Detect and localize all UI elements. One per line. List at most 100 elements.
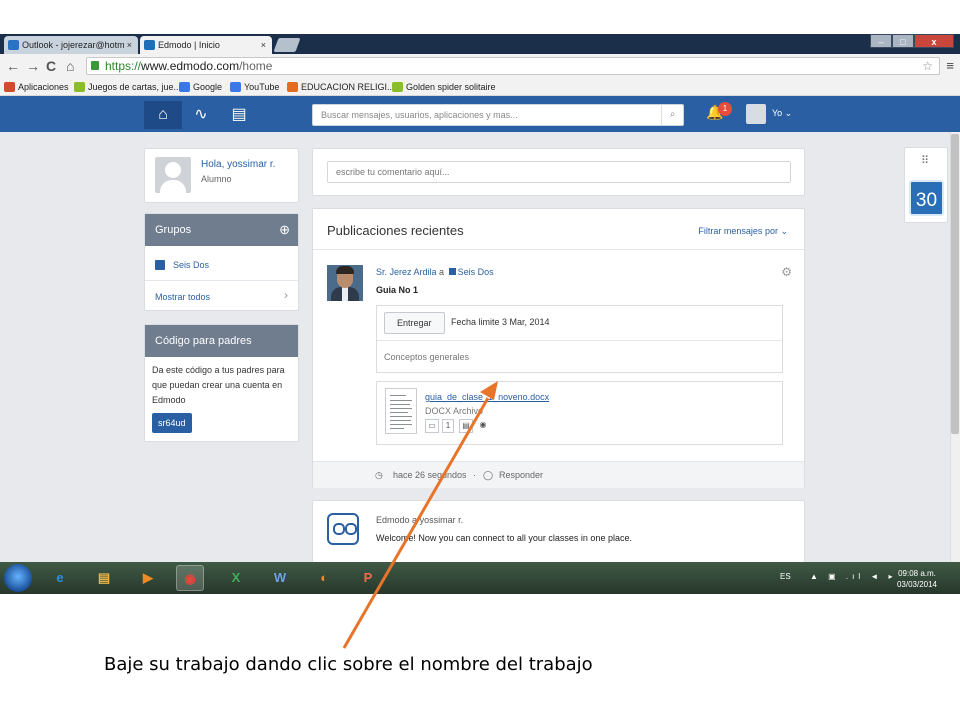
notification-badge: 1: [718, 102, 732, 116]
home-nav-icon[interactable]: ⌂: [144, 101, 182, 129]
url-host: www.edmodo.com: [141, 59, 240, 73]
edmodo-icon: [144, 40, 155, 50]
group-item[interactable]: Seis Dos: [155, 260, 209, 270]
maximize-button[interactable]: □: [892, 34, 914, 48]
tab-close-icon[interactable]: ×: [261, 36, 266, 54]
scrollbar-thumb[interactable]: [951, 134, 959, 434]
tab-outlook[interactable]: Outlook - jojerezar@hotm ×: [4, 36, 138, 54]
edmodo-top-nav: ⌂ ∿ ▤ Buscar mensajes, usuarios, aplicac…: [0, 96, 960, 132]
tray-icons[interactable]: ▲ ▣ .ıl ◄ ▸: [810, 572, 897, 581]
file-explorer-icon[interactable]: ▤: [90, 565, 118, 591]
calendar-nav-icon[interactable]: ▤: [220, 101, 258, 129]
filter-posts-dropdown[interactable]: Filtrar mensajes por ⌄: [698, 226, 788, 237]
chevron-right-icon[interactable]: ›: [284, 288, 288, 302]
welcome-meta: Edmodo a yossimar r.: [376, 515, 463, 525]
bookmarks-bar: Aplicaciones Juegos de cartas, jue... Go…: [0, 78, 960, 96]
bookmark-item[interactable]: YouTube: [230, 78, 279, 96]
attachment-file-link[interactable]: guia_de_clase_1_noveno.docx: [425, 392, 549, 402]
parent-code-text: Da este código a tus padres para que pue…: [152, 365, 285, 405]
bookmark-star-icon[interactable]: ☆: [922, 58, 933, 74]
browser-menu-icon[interactable]: ≡: [946, 58, 954, 73]
show-all-groups-link[interactable]: Mostrar todos: [155, 292, 210, 302]
bookmark-item[interactable]: EDUCACION RELIGI...: [287, 78, 395, 96]
chrome-icon[interactable]: ◉: [176, 565, 204, 591]
bookmark-item[interactable]: Juegos de cartas, jue...: [74, 78, 181, 96]
welcome-post-card: Edmodo a yossimar r. Welcome! Now you ca…: [312, 500, 805, 562]
close-window-button[interactable]: x: [914, 34, 954, 48]
language-indicator[interactable]: ES: [780, 572, 791, 581]
media-player-icon[interactable]: ▶: [134, 565, 162, 591]
word-icon[interactable]: W: [266, 565, 294, 591]
windows-taskbar: e ▤ ▶ ◉ X W ◐ P ES ▲ ▣ .ıl ◄ ▸ 09:08 a.m…: [0, 562, 960, 594]
search-input[interactable]: Buscar mensajes, usuarios, aplicaciones …: [312, 104, 684, 126]
avatar-part: [336, 266, 354, 274]
tab-label: Outlook - jojerezar@hotm: [22, 40, 125, 50]
eye-icon[interactable]: ◉: [476, 419, 490, 433]
parent-code-badge: sr64ud: [152, 413, 192, 433]
library-icon[interactable]: ▭: [425, 419, 439, 433]
gear-icon[interactable]: ⚙: [781, 265, 792, 279]
post-author-link[interactable]: Sr. Jerez Ardila: [376, 267, 437, 277]
reload-icon[interactable]: C: [46, 57, 56, 75]
post-group-link[interactable]: Seis Dos: [458, 267, 494, 277]
tab-close-icon[interactable]: ×: [127, 36, 132, 54]
window-controls: – □ x: [870, 34, 954, 50]
add-group-icon[interactable]: ⊕: [279, 214, 290, 246]
divider: [377, 340, 782, 341]
calendar-widget-icon[interactable]: 30: [909, 180, 944, 216]
clock[interactable]: 09:08 a.m. 03/03/2014: [892, 568, 942, 590]
search-icon[interactable]: ⌕: [661, 105, 683, 125]
welcome-from: Edmodo: [376, 515, 410, 525]
url-scheme: https://: [105, 59, 142, 73]
user-menu[interactable]: Yo ⌄: [772, 108, 792, 119]
comment-input[interactable]: escribe tu comentario aquí...: [327, 161, 791, 183]
bookmark-label: Golden spider solitaire: [406, 82, 496, 92]
turn-in-button[interactable]: Entregar: [384, 312, 445, 334]
post-timestamp: hace 26 segundos: [393, 470, 467, 480]
excel-icon[interactable]: X: [222, 565, 250, 591]
bookmark-item[interactable]: Golden spider solitaire: [392, 78, 496, 96]
user-avatar[interactable]: [746, 104, 766, 124]
search-placeholder: Buscar mensajes, usuarios, aplicaciones …: [321, 110, 518, 120]
bookmark-label: EDUCACION RELIGI...: [301, 82, 395, 92]
games-icon: [74, 82, 85, 92]
blogger-icon: [287, 82, 298, 92]
group-label: Seis Dos: [173, 260, 210, 270]
activity-nav-icon[interactable]: ∿: [182, 101, 220, 129]
youtube-icon: [230, 82, 241, 92]
bookmark-item[interactable]: Google: [179, 78, 222, 96]
new-tab-button[interactable]: [273, 38, 301, 52]
groups-card: Grupos ⊕ Seis Dos Mostrar todos ›: [144, 213, 299, 311]
teacher-avatar[interactable]: [327, 265, 363, 301]
lock-icon: [91, 61, 99, 70]
welcome-to[interactable]: yossimar r.: [420, 515, 464, 525]
forward-icon[interactable]: →: [26, 57, 40, 75]
bookmark-item[interactable]: Aplicaciones: [4, 78, 69, 96]
assignment-box: Entregar Fecha limite 3 Mar, 2014 Concep…: [376, 305, 783, 373]
profile-avatar[interactable]: [155, 157, 191, 193]
apps-grid-icon[interactable]: ⠿: [921, 154, 929, 167]
reply-link[interactable]: Responder: [499, 462, 543, 489]
start-button[interactable]: [4, 564, 32, 592]
divider: [313, 249, 804, 250]
document-view-icon[interactable]: ▤: [459, 419, 473, 433]
reply-icon[interactable]: ◯: [483, 462, 493, 489]
minimize-button[interactable]: –: [870, 34, 892, 48]
post-to-word: a: [439, 267, 445, 277]
thumb-line: [390, 395, 406, 396]
firefox-icon[interactable]: ◐: [310, 565, 338, 591]
tab-edmodo[interactable]: Edmodo | Inicio ×: [140, 36, 272, 54]
home-icon[interactable]: ⌂: [66, 57, 74, 75]
widgets-panel: ⠿ 30: [904, 147, 948, 223]
profile-greeting[interactable]: Hola, yossimar r.: [201, 159, 275, 170]
powerpoint-icon[interactable]: P: [354, 565, 382, 591]
url-field[interactable]: https://www.edmodo.com/home ☆: [86, 57, 940, 75]
post-title: Guia No 1: [376, 285, 419, 295]
document-thumbnail[interactable]: [385, 388, 417, 434]
back-icon[interactable]: ←: [6, 57, 20, 75]
welcome-to-word: a: [412, 515, 418, 525]
internet-explorer-icon[interactable]: e: [46, 565, 74, 591]
welcome-text: Welcome! Now you can connect to all your…: [376, 533, 632, 543]
tab-label: Edmodo | Inicio: [158, 40, 220, 50]
post-meta: Sr. Jerez Ardila a Seis Dos: [376, 267, 494, 277]
